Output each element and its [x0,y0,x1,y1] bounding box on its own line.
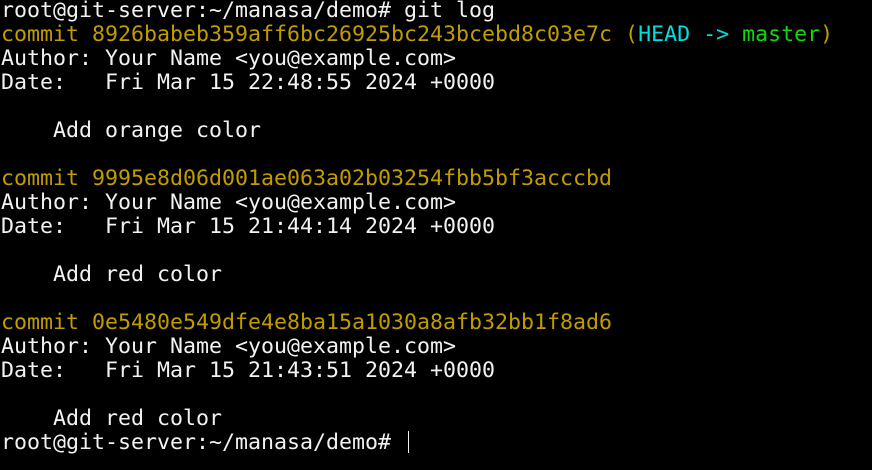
commit-hash: 0e5480e549dfe4e8ba15a1030a8afb32bb1f8ad6 [92,310,613,335]
prompt-line[interactable]: root@git-server:~/manasa/demo# [1,431,833,455]
command-line: root@git-server:~/manasa/demo# git log [1,0,833,23]
prompt: root@git-server:~/manasa/demo# [1,430,405,455]
ref-paren: ( [612,22,639,47]
commit-message: Add red color [1,262,223,287]
commit-line: commit 9995e8d06d001ae063a02b03254fbb5bf… [1,167,833,191]
branch-ref: master [742,22,821,47]
date-line: Date: Fri Mar 15 21:43:51 2024 +0000 [1,358,496,383]
head-ref: HEAD -> [638,22,743,47]
commit-line: commit 0e5480e549dfe4e8ba15a1030a8afb32b… [1,311,833,335]
date-line: Date: Fri Mar 15 21:44:14 2024 +0000 [1,214,496,239]
date-line: Date: Fri Mar 15 22:48:55 2024 +0000 [1,70,496,95]
commit-message: Add orange color [1,118,262,143]
ref-paren: ) [820,22,834,47]
commit-line: commit 8926babeb359aff6bc26925bc243bcebd… [1,23,833,47]
commit-hash: 8926babeb359aff6bc26925bc243bcebd8c03e7c [92,22,613,47]
author-line: Author: Your Name <you@example.com> [1,334,457,359]
text-cursor [408,431,410,453]
commit-message: Add red color [1,406,223,431]
author-line: Author: Your Name <you@example.com> [1,190,457,215]
prompt: root@git-server:~/manasa/demo# [1,0,405,23]
terminal[interactable]: root@git-server:~/manasa/demo# git log c… [1,0,833,455]
commit-label: commit [1,310,93,335]
author-line: Author: Your Name <you@example.com> [1,46,457,71]
command: git log [404,0,496,23]
commit-hash: 9995e8d06d001ae063a02b03254fbb5bf3acccbd [92,166,613,191]
commit-label: commit [1,166,93,191]
commit-label: commit [1,22,93,47]
